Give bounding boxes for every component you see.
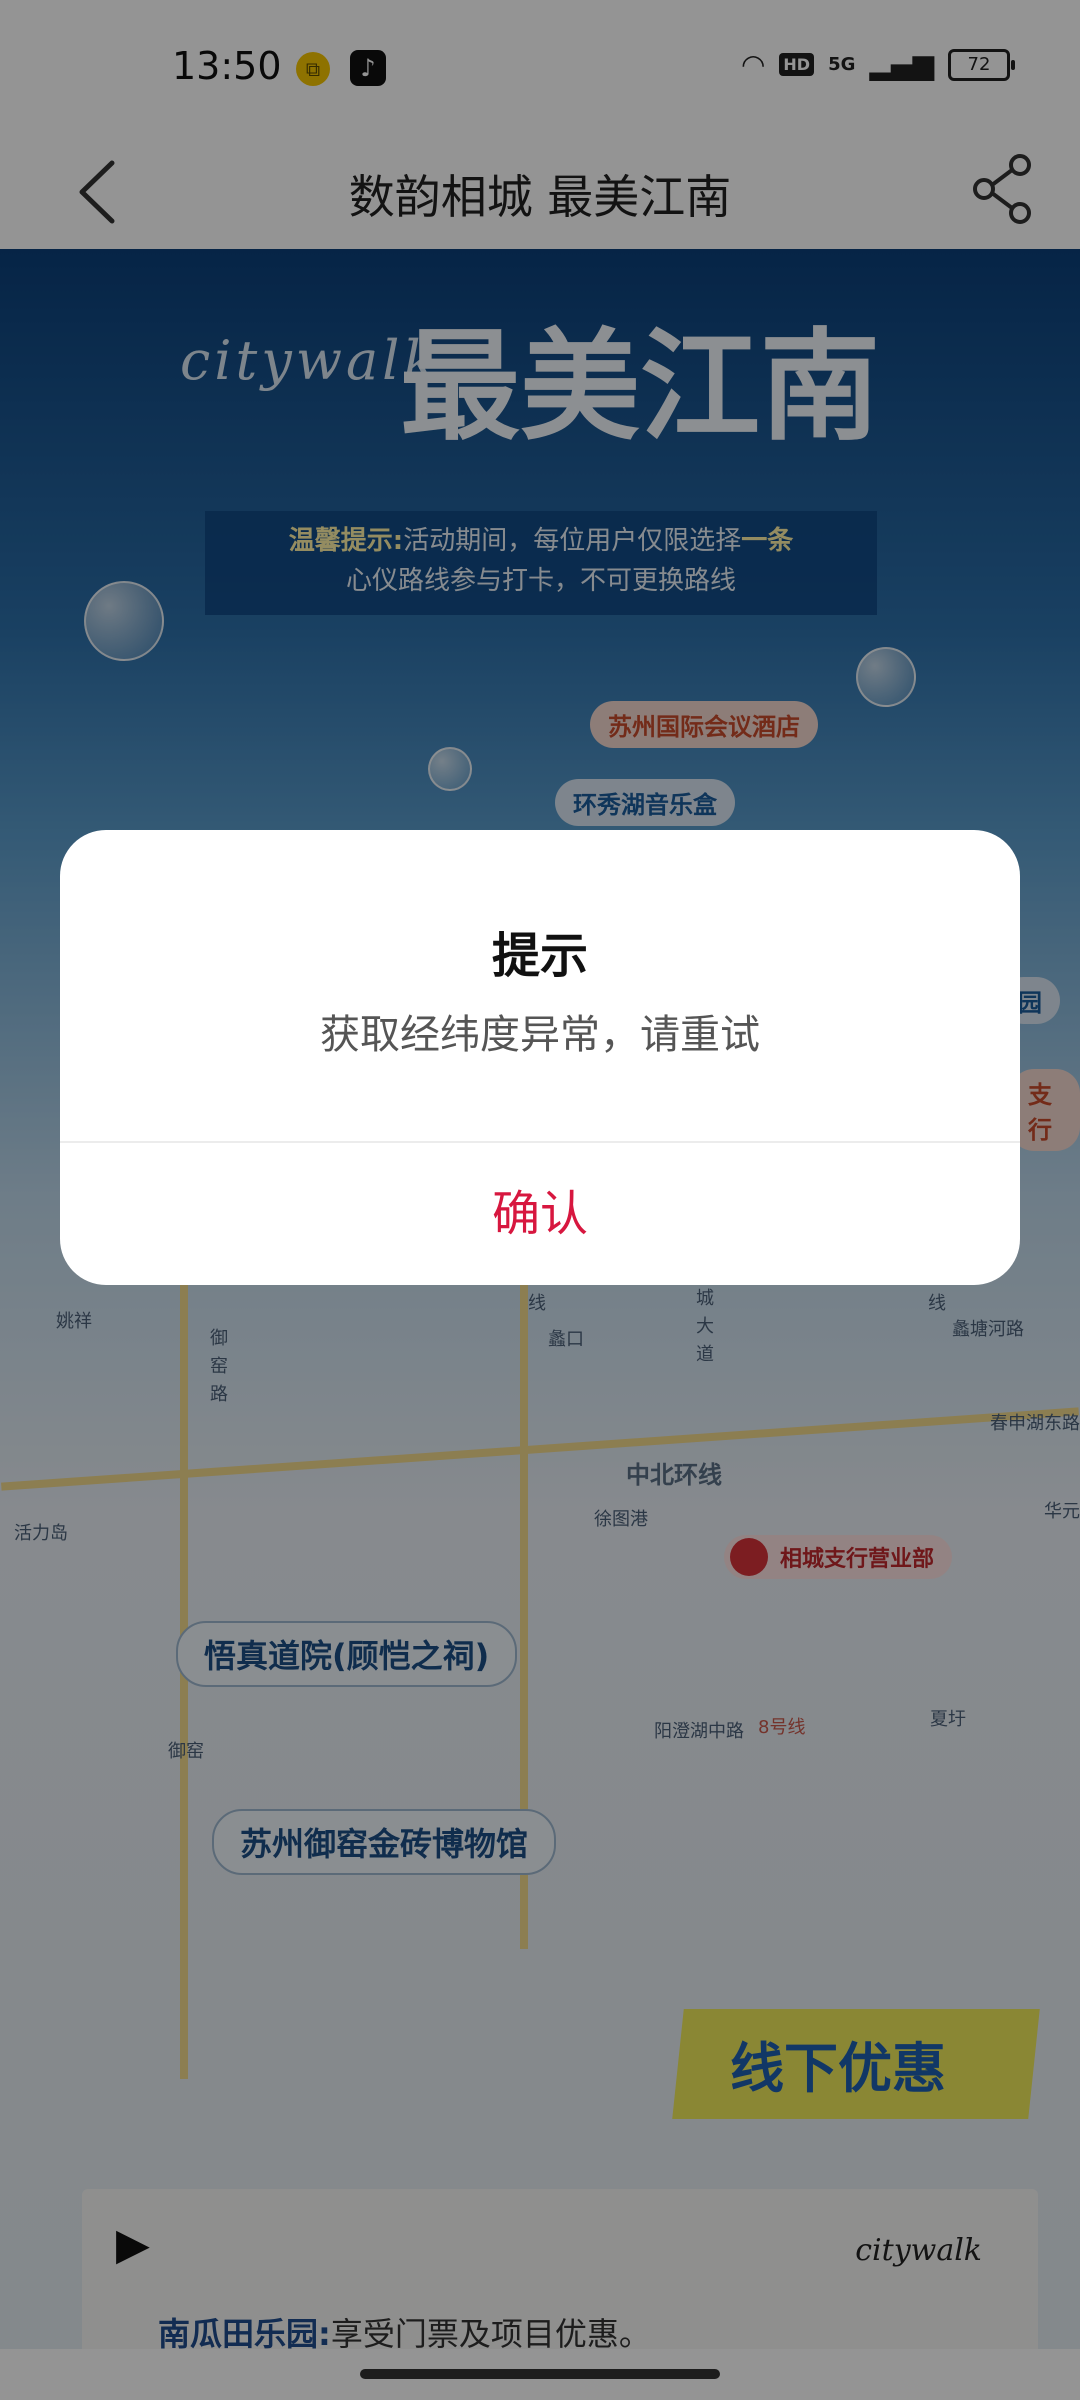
dialog-title: 提示 (491, 928, 588, 984)
dialog-message: 获取经纬度异常，请重试 (320, 1012, 760, 1058)
confirm-button[interactable]: 确认 (60, 1143, 1020, 1285)
alert-dialog: 提示 获取经纬度异常，请重试 确认 (60, 830, 1020, 1285)
